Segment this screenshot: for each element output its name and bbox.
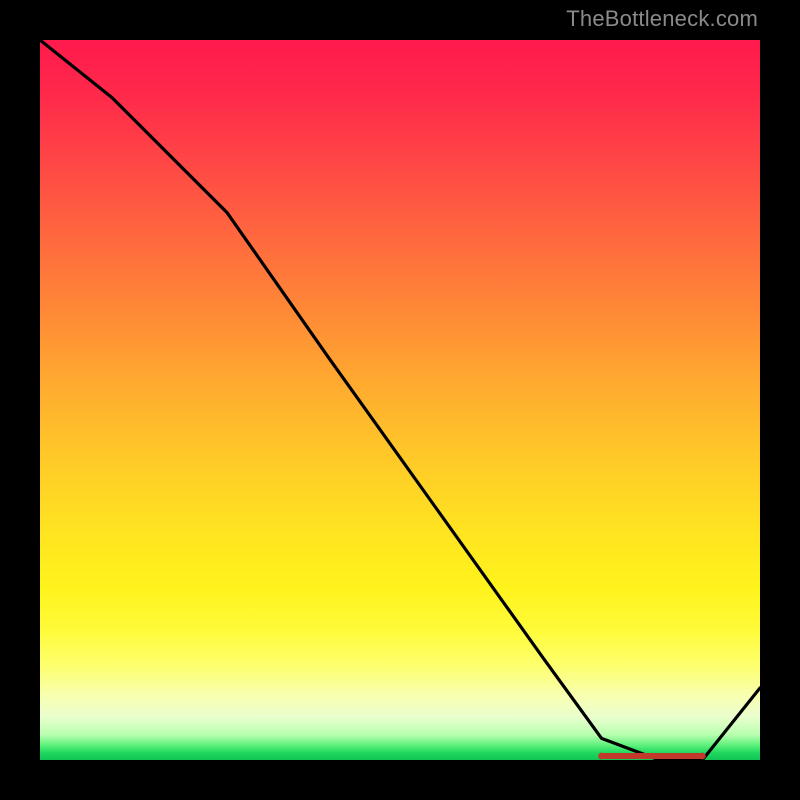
watermark-text: TheBottleneck.com: [566, 6, 758, 32]
chart-svg: [40, 40, 760, 760]
min-marker: [598, 753, 706, 760]
chart-frame: TheBottleneck.com: [0, 0, 800, 800]
plot-area: [40, 40, 760, 760]
bottleneck-curve: [40, 40, 760, 760]
